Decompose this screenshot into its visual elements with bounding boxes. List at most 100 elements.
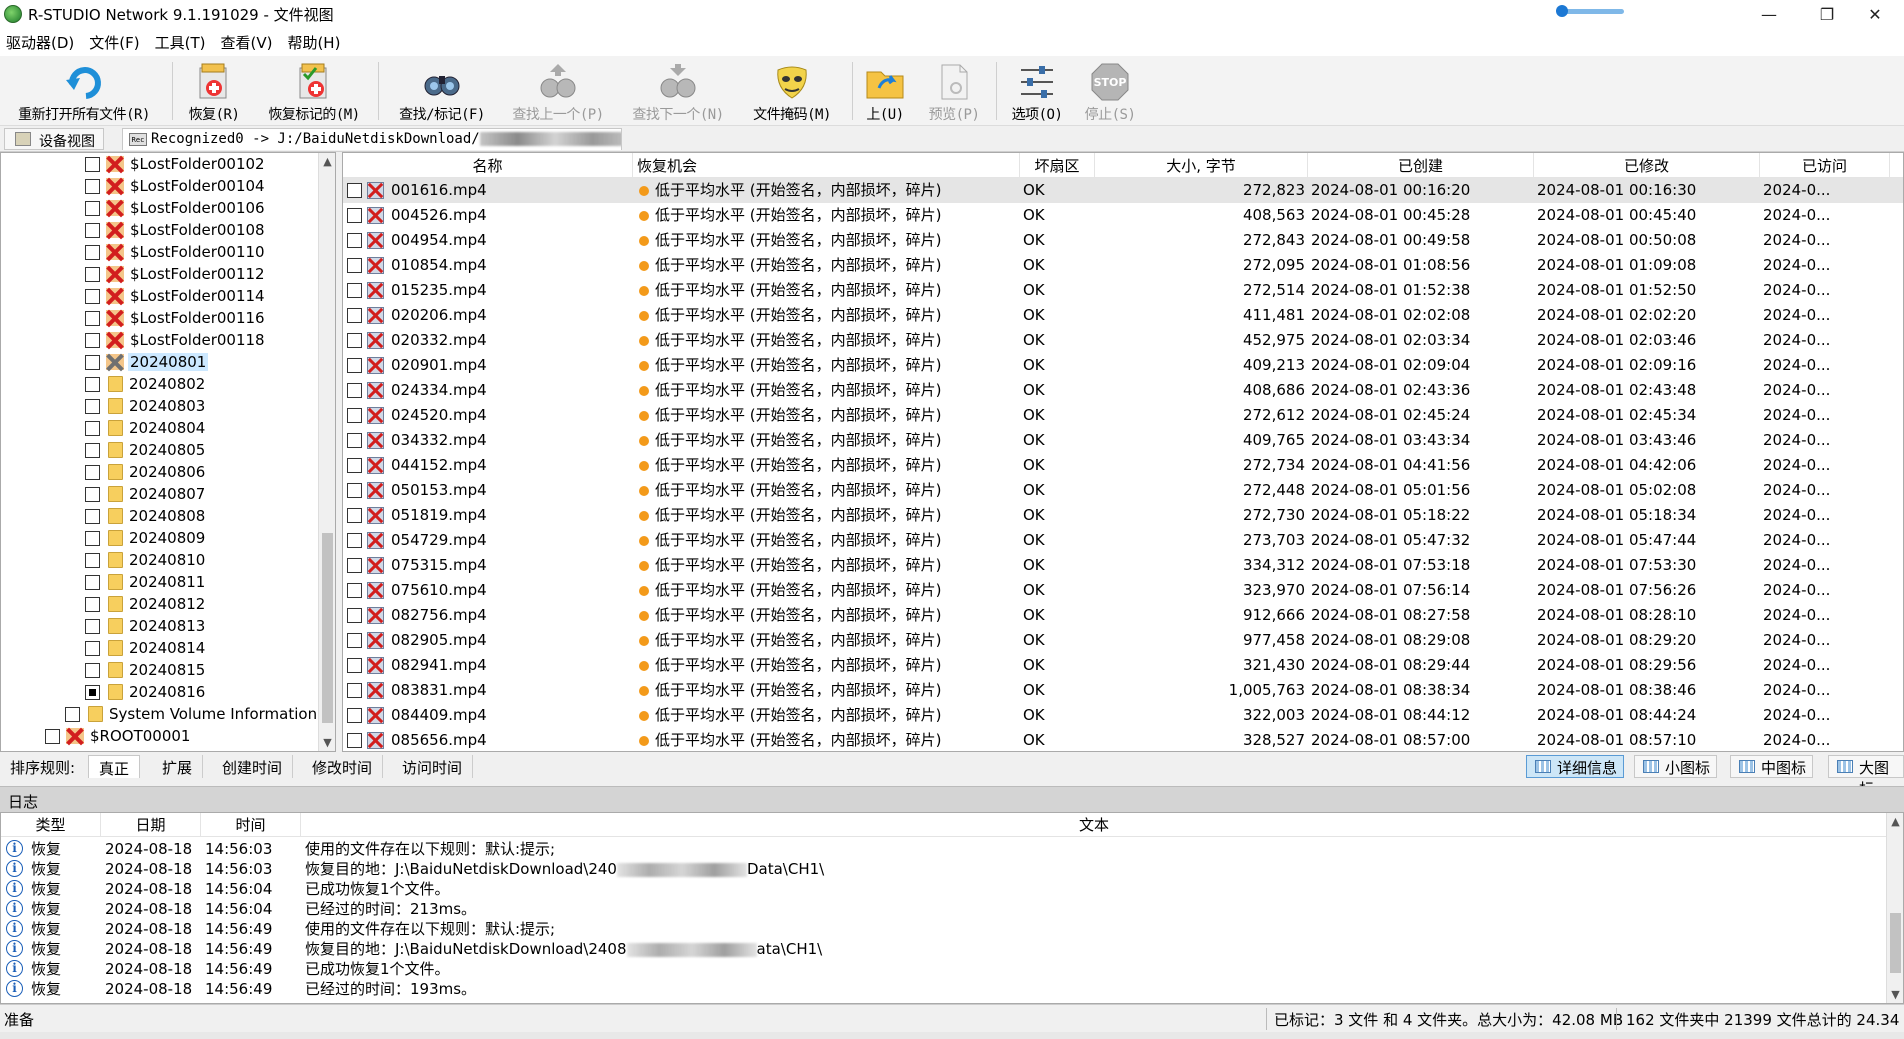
menu-drive[interactable]: 驱动器(D) (6, 32, 74, 53)
file-row[interactable]: 051819.mp4 低于平均水平 (开始签名，内部损坏，碎片) OK 272,730… (343, 503, 1903, 528)
tree-checkbox[interactable] (85, 156, 100, 172)
file-row[interactable]: 044152.mp4 低于平均水平 (开始签名，内部损坏，碎片) OK 272,734… (343, 453, 1903, 478)
file-row[interactable]: 010854.mp4 低于平均水平 (开始签名，内部损坏，碎片) OK 272,095… (343, 253, 1903, 278)
sort-tab-extension[interactable]: 扩展 (152, 755, 204, 778)
file-checkbox[interactable] (347, 208, 362, 223)
col-chance[interactable]: 恢复机会 (633, 153, 1020, 178)
file-row[interactable]: 024520.mp4 低于平均水平 (开始签名，内部损坏，碎片) OK 272,612… (343, 403, 1903, 428)
tree-item[interactable]: 20240801 (85, 351, 209, 373)
file-row[interactable]: 015235.mp4 低于平均水平 (开始签名，内部损坏，碎片) OK 272,514… (343, 278, 1903, 303)
log-row[interactable]: i 恢复 2024-08-18 14:56:03 使用的文件存在以下规则：默认:提示; (1, 839, 1887, 859)
file-row[interactable]: 020901.mp4 低于平均水平 (开始签名，内部损坏，碎片) OK 409,213… (343, 353, 1903, 378)
tree-item[interactable]: 20240805 (85, 439, 207, 461)
file-checkbox[interactable] (347, 633, 362, 648)
log-col-time[interactable]: 时间 (201, 813, 301, 837)
sort-tab-accessed[interactable]: 访问时间 (392, 755, 474, 778)
file-checkbox[interactable] (347, 358, 362, 373)
tree-checkbox[interactable] (85, 574, 100, 590)
tree-item[interactable]: 20240802 (85, 373, 207, 395)
view-small-icons-button[interactable]: 小图标 (1634, 755, 1718, 778)
tree-checkbox[interactable] (85, 266, 100, 282)
tree-item[interactable]: 20240804 (85, 417, 207, 439)
tree-item[interactable]: 20240806 (85, 461, 207, 483)
log-col-text[interactable]: 文本 (301, 813, 1887, 837)
file-row[interactable]: 020206.mp4 低于平均水平 (开始签名，内部损坏，碎片) OK 411,481… (343, 303, 1903, 328)
tree-checkbox[interactable] (85, 684, 100, 700)
view-large-icons-button[interactable]: 大图标 (1828, 755, 1904, 798)
tree-item[interactable]: 20240816 (85, 681, 207, 703)
tree-checkbox[interactable] (85, 596, 100, 612)
file-row[interactable]: 020332.mp4 低于平均水平 (开始签名，内部损坏，碎片) OK 452,975… (343, 328, 1903, 353)
log-row[interactable]: i 恢复 2024-08-18 14:56:49 已成功恢复1个文件。 (1, 959, 1887, 979)
file-checkbox[interactable] (347, 483, 362, 498)
tree-checkbox[interactable] (65, 706, 80, 722)
tree-checkbox[interactable] (85, 398, 100, 414)
file-row[interactable]: 004526.mp4 低于平均水平 (开始签名，内部损坏，碎片) OK 408,563… (343, 203, 1903, 228)
tree-item[interactable]: $ROOT00001 (45, 725, 192, 747)
file-checkbox[interactable] (347, 233, 362, 248)
recover-button[interactable]: 恢复(R) (182, 56, 246, 126)
file-checkbox[interactable] (347, 733, 362, 748)
preview-button[interactable]: 预览(P) (924, 56, 984, 126)
scroll-thumb[interactable] (322, 533, 333, 723)
col-size[interactable]: 大小, 字节 (1095, 153, 1308, 178)
file-row[interactable]: 082756.mp4 低于平均水平 (开始签名，内部损坏，碎片) OK 912,666… (343, 603, 1903, 628)
log-col-date[interactable]: 日期 (101, 813, 201, 837)
file-checkbox[interactable] (347, 458, 362, 473)
file-checkbox[interactable] (347, 508, 362, 523)
tree-checkbox[interactable] (85, 420, 100, 436)
tree-item[interactable]: 20240809 (85, 527, 207, 549)
file-checkbox[interactable] (347, 683, 362, 698)
tree-item[interactable]: 20240812 (85, 593, 207, 615)
recover-marked-button[interactable]: 恢复标记的(M) (262, 56, 366, 126)
log-row[interactable]: i 恢复 2024-08-18 14:56:49 恢复目的地：J:\BaiduNetdi… (1, 939, 1887, 959)
tree-checkbox[interactable] (85, 464, 100, 480)
file-row[interactable]: 024334.mp4 低于平均水平 (开始签名，内部损坏，碎片) OK 408,686… (343, 378, 1903, 403)
tree-checkbox[interactable] (85, 332, 100, 348)
file-checkbox[interactable] (347, 433, 362, 448)
tree-checkbox[interactable] (85, 288, 100, 304)
tree-checkbox[interactable] (85, 552, 100, 568)
file-row[interactable]: 075315.mp4 低于平均水平 (开始签名，内部损坏，碎片) OK 334,312… (343, 553, 1903, 578)
tree-checkbox[interactable] (85, 200, 100, 216)
scroll-down-icon[interactable]: ▼ (319, 734, 335, 751)
tree-item[interactable]: $LostFolder00106 (85, 197, 267, 219)
tree-item[interactable]: $LostFolder00114 (85, 285, 267, 307)
file-checkbox[interactable] (347, 583, 362, 598)
file-checkbox[interactable] (347, 333, 362, 348)
find-mark-button[interactable]: 查找/标记(F) (390, 56, 494, 126)
minimize-button[interactable]: — (1740, 0, 1798, 28)
log-scroll-down-icon[interactable]: ▼ (1887, 986, 1903, 1003)
log-row[interactable]: i 恢复 2024-08-18 14:56:04 已成功恢复1个文件。 (1, 879, 1887, 899)
tree-checkbox[interactable] (85, 662, 100, 678)
col-name[interactable]: 名称 (343, 153, 633, 178)
tree-item[interactable]: 20240814 (85, 637, 207, 659)
tree-checkbox[interactable] (85, 442, 100, 458)
view-medium-icons-button[interactable]: 中图标 (1730, 755, 1814, 778)
tree-checkbox[interactable] (45, 728, 60, 744)
log-row[interactable]: i 恢复 2024-08-18 14:56:49 已经过的时间：193ms。 (1, 979, 1887, 999)
tree-item[interactable]: 20240815 (85, 659, 207, 681)
stop-button[interactable]: STOP 停止(S) (1080, 56, 1140, 126)
file-row[interactable]: 082905.mp4 低于平均水平 (开始签名，内部损坏，碎片) OK 977,458… (343, 628, 1903, 653)
close-button[interactable]: ✕ (1846, 0, 1904, 28)
tree-checkbox[interactable] (85, 640, 100, 656)
view-details-button[interactable]: 详细信息 (1526, 755, 1625, 778)
tree-item[interactable]: $LostFolder00110 (85, 241, 267, 263)
col-modified[interactable]: 已修改 (1534, 153, 1760, 178)
tree-checkbox[interactable] (85, 244, 100, 260)
transparency-slider[interactable] (1556, 5, 1626, 17)
menu-help[interactable]: 帮助(H) (287, 32, 340, 53)
file-checkbox[interactable] (347, 258, 362, 273)
sort-tab-created[interactable]: 创建时间 (212, 755, 294, 778)
file-row[interactable]: 004954.mp4 低于平均水平 (开始签名，内部损坏，碎片) OK 272,843… (343, 228, 1903, 253)
file-checkbox[interactable] (347, 558, 362, 573)
file-row[interactable]: 001616.mp4 低于平均水平 (开始签名，内部损坏，碎片) OK 272,823… (343, 178, 1903, 203)
file-checkbox[interactable] (347, 658, 362, 673)
tree-checkbox[interactable] (85, 222, 100, 238)
tree-checkbox[interactable] (85, 354, 100, 370)
menu-file[interactable]: 文件(F) (89, 32, 139, 53)
log-scrollbar[interactable]: ▲ ▼ (1886, 813, 1903, 1003)
file-checkbox[interactable] (347, 708, 362, 723)
sort-tab-real[interactable]: 真正 (88, 755, 141, 778)
